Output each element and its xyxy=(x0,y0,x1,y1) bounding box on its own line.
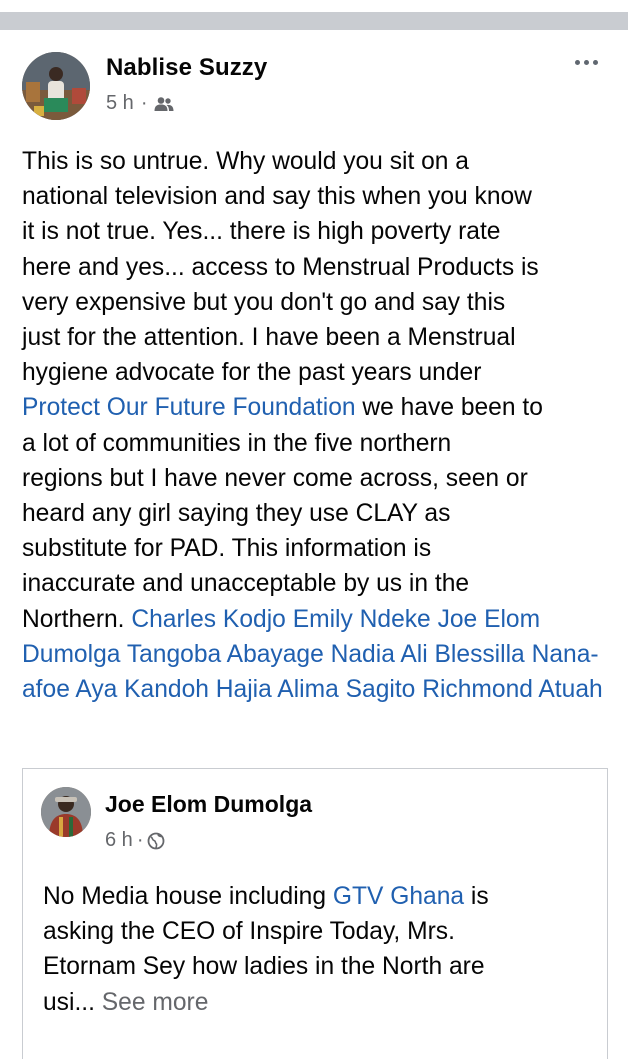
post-text-line: very expensive but you don't go and say … xyxy=(22,288,506,316)
post-text-line: regions but I have never come across, se… xyxy=(22,464,528,492)
shared-post-timestamp[interactable]: 6 h xyxy=(105,829,133,852)
post-text-line: we have been to xyxy=(355,394,543,422)
post-meta: 5 h · xyxy=(106,92,174,115)
shared-post-meta: 6 h · xyxy=(105,829,165,852)
post-text-line: inaccurate and unacceptable by us in the xyxy=(22,570,470,598)
post-author-name[interactable]: Nablise Suzzy xyxy=(106,54,267,82)
shared-text-line: No Media house including xyxy=(43,883,333,910)
see-more-link[interactable]: See more xyxy=(102,989,209,1016)
avatar-photo xyxy=(22,52,90,120)
tag-link-charles-kodjo[interactable]: Charles Kodjo xyxy=(131,606,285,633)
tag-link-tangoba-abayage[interactable]: Tangoba Abayage xyxy=(127,641,324,668)
shared-text-line: is xyxy=(464,883,489,910)
post-text-line: heard any girl saying they use CLAY as xyxy=(22,500,451,528)
tag-link-aya-kandoh[interactable]: Aya Kandoh xyxy=(75,676,209,703)
author-avatar[interactable] xyxy=(22,52,90,120)
shared-avatar-photo xyxy=(41,787,91,837)
post-text-line: hygiene advocate for the past years unde… xyxy=(22,359,482,387)
more-options-icon-dot xyxy=(593,60,598,65)
post-text-line: This is so untrue. Why would you sit on … xyxy=(22,148,469,175)
post-text-line: Northern. xyxy=(22,605,132,633)
post-text-line: it is not true. Yes... there is high pov… xyxy=(22,218,501,246)
more-options-icon xyxy=(575,60,580,65)
more-options-button[interactable] xyxy=(575,60,598,65)
tag-link-hajia-alima-sagito[interactable]: Hajia Alima Sagito xyxy=(216,676,416,703)
post-text-line: substitute for PAD. This information is xyxy=(22,535,432,563)
shared-text-line: usi... xyxy=(43,988,102,1016)
post-text-line: just for the attention. I have been a Me… xyxy=(22,324,516,352)
post-timestamp[interactable]: 5 h xyxy=(106,92,134,115)
more-options-icon-dot xyxy=(584,60,589,65)
shared-text-line: Etornam Sey how ladies in the North are xyxy=(43,953,485,981)
friends-icon[interactable] xyxy=(154,96,174,112)
shared-post-card[interactable]: Joe Elom Dumolga 6 h · No Media house in… xyxy=(22,768,608,1059)
shared-post-body: No Media house including GTV Ghana is as… xyxy=(43,879,599,1020)
globe-icon[interactable] xyxy=(147,832,165,850)
post-text-line: national television and say this when yo… xyxy=(22,183,532,211)
post-text-line: here and yes... access to Menstrual Prod… xyxy=(22,253,539,281)
tag-link-richmond-atuah[interactable]: Richmond Atuah xyxy=(422,676,602,703)
foundation-link[interactable]: Protect Our Future Foundation xyxy=(22,394,356,421)
tag-link-nadia-ali[interactable]: Nadia Ali xyxy=(331,641,428,668)
post-body: This is so untrue. Why would you sit on … xyxy=(22,144,612,707)
post-text-line: a lot of communities in the five norther… xyxy=(22,429,452,457)
separator-bar xyxy=(0,12,628,30)
shared-post-author-name[interactable]: Joe Elom Dumolga xyxy=(105,791,312,818)
meta-separator: · xyxy=(140,92,148,114)
feed-separator xyxy=(0,0,628,30)
shared-author-avatar[interactable] xyxy=(41,787,91,837)
tag-link-emily-ndeke[interactable]: Emily Ndeke xyxy=(293,606,431,633)
shared-text-line: asking the CEO of Inspire Today, Mrs. xyxy=(43,918,455,946)
meta-separator: · xyxy=(136,829,144,851)
gtv-ghana-link[interactable]: GTV Ghana xyxy=(333,883,464,910)
feed-post: Nablise Suzzy 5 h · This is so untrue. W… xyxy=(0,30,628,1059)
